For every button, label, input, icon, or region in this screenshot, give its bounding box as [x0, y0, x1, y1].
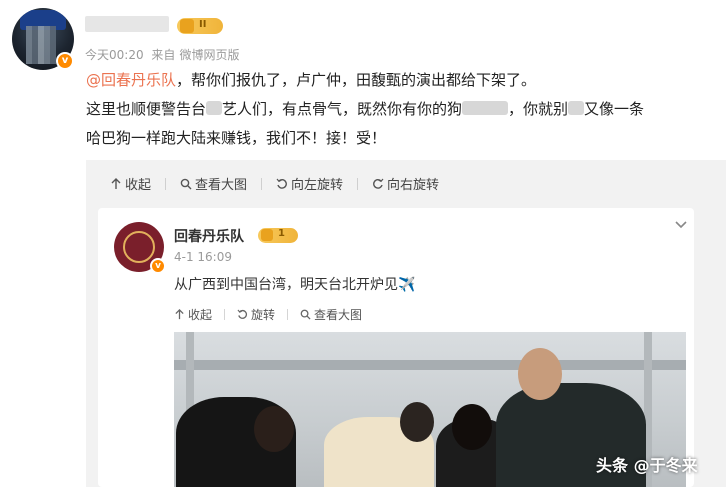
rotate-left-button[interactable]: 向左旋转: [276, 174, 343, 193]
view-large-label: 查看大图: [195, 178, 248, 193]
repost-rotate-label: 旋转: [251, 308, 276, 322]
repost-container: 收起 查看大图 向左旋转 向右旋转 v 回春丹乐队 1 4-1 16:09 从广…: [86, 160, 726, 487]
post-source[interactable]: 微博网页版: [179, 48, 239, 62]
rotate-left-icon: [276, 178, 287, 189]
post-line-1-text: ，帮你们报仇了，卢广仲，田馥甄的演出都给下架了。: [176, 71, 537, 89]
chevron-down-icon[interactable]: [674, 218, 688, 232]
watermark: 头条 @于冬来: [596, 456, 698, 475]
redaction-mark: [462, 101, 509, 115]
crown-icon: [261, 229, 273, 241]
image-toolbar: 收起 查看大图 向左旋转 向右旋转: [110, 174, 439, 193]
divider: [224, 309, 226, 320]
repost-level-badge: 1: [258, 228, 298, 243]
rotate-icon: [237, 309, 248, 319]
repost-view-large-button[interactable]: 查看大图: [300, 306, 362, 323]
verified-badge-icon: v: [150, 258, 166, 274]
arrow-up-icon: [175, 309, 184, 320]
photo-person-head: [254, 406, 294, 452]
post-line-2-c: ，你就别: [508, 100, 569, 118]
rotate-left-label: 向左旋转: [291, 178, 344, 193]
post-line-3: 哈巴狗一样跑大陆来赚钱，我们不！接！受！: [86, 129, 387, 147]
repost-collapse-button[interactable]: 收起: [174, 306, 212, 323]
mention-link[interactable]: @回春丹乐队: [86, 71, 176, 89]
view-large-button[interactable]: 查看大图: [180, 174, 247, 193]
photo-person-head: [452, 404, 492, 450]
repost-text: 从广西到中国台湾，明天台北开炉见✈️: [174, 277, 416, 293]
post-line-2: 这里也顺便警告台 艺人们，有点骨气，既然你有你的狗 ，你就别 又像一条: [86, 95, 722, 124]
rotate-right-label: 向右旋转: [387, 178, 440, 193]
avatar-mosaic: [26, 26, 56, 64]
rotate-right-button[interactable]: 向右旋转: [372, 174, 439, 193]
post-line-2-d: 又像一条: [584, 100, 645, 118]
verified-badge-icon: v: [56, 52, 74, 70]
collapse-button[interactable]: 收起: [110, 174, 151, 193]
author-name-redacted[interactable]: [85, 16, 169, 32]
level-badge: II: [177, 18, 223, 34]
post-time[interactable]: 今天00:20: [85, 48, 144, 62]
crown-icon: [180, 19, 194, 33]
post-line-1: @回春丹乐队，帮你们报仇了，卢广仲，田馥甄的演出都给下架了。: [86, 66, 722, 95]
post-source-prefix: 来自: [151, 48, 176, 62]
post-line-2-b: 艺人们，有点骨气，既然你有你的狗: [222, 100, 463, 118]
repost-level-number: 1: [278, 228, 285, 239]
divider: [287, 309, 289, 320]
magnifier-icon: [180, 178, 192, 189]
photo-railing: [174, 360, 686, 370]
magnifier-icon: [300, 309, 311, 320]
arrow-up-icon: [111, 177, 121, 189]
reposted-card: v 回春丹乐队 1 4-1 16:09 从广西到中国台湾，明天台北开炉见✈️ 收…: [98, 208, 694, 487]
repost-image-actions: 收起 旋转 查看大图: [174, 306, 362, 323]
repost-view-large-label: 查看大图: [314, 308, 363, 322]
photo-person-head: [400, 402, 434, 442]
repost-time[interactable]: 4-1 16:09: [174, 250, 232, 264]
photo-person-head: [518, 348, 562, 400]
redaction-mark: [568, 101, 585, 115]
post-meta: 今天00:20 来自 微博网页版: [85, 46, 243, 63]
divider: [165, 177, 167, 190]
band-logo: [123, 231, 155, 263]
repost-author-name[interactable]: 回春丹乐队: [174, 226, 244, 246]
divider: [261, 177, 263, 190]
redaction-mark: [206, 101, 223, 115]
rotate-right-icon: [373, 178, 384, 189]
repost-rotate-button[interactable]: 旋转: [237, 306, 275, 323]
post-line-2-a: 这里也顺便警告台: [86, 100, 207, 118]
repost-collapse-label: 收起: [188, 308, 213, 322]
collapse-label: 收起: [125, 178, 152, 193]
post-body: @回春丹乐队，帮你们报仇了，卢广仲，田馥甄的演出都给下架了。 这里也顺便警告台艺…: [86, 66, 722, 153]
divider: [357, 177, 359, 190]
level-number: II: [199, 19, 207, 30]
